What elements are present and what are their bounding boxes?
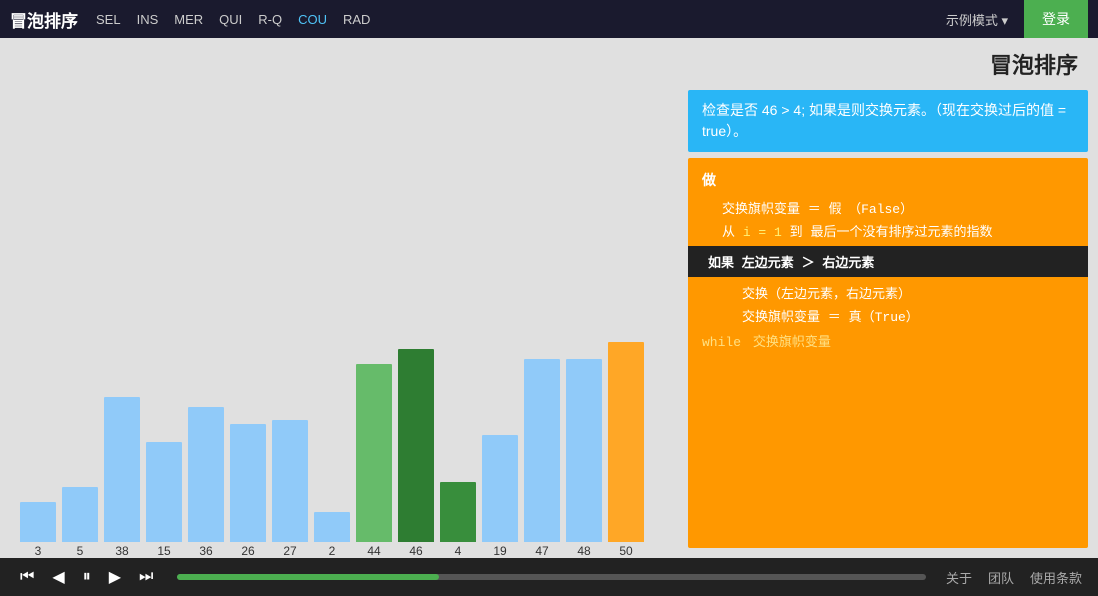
bar [440,482,476,542]
bar-group: 26 [230,424,266,558]
bar-group: 15 [146,442,182,558]
footer-about[interactable]: 关于 [946,568,972,587]
bar-label: 26 [241,544,254,558]
right-panel: 冒泡排序 检查是否 46 > 4; 如果是则交换元素。（现在交换过后的值 = t… [678,38,1098,558]
login-button[interactable]: 登录 [1024,0,1088,38]
nav-rad[interactable]: RAD [343,12,370,27]
bar [62,487,98,542]
main-area: 3 5 38 15 36 26 27 2 44 46 4 19 47 48 50 冒泡排序 检查是否 46 … [0,38,1098,558]
bar-label: 48 [577,544,590,558]
code-line-4: 交换（左边元素，右边元素） [702,281,1074,304]
while-keyword: while [702,335,741,350]
bar-group: 3 [20,502,56,558]
nav-sel[interactable]: SEL [96,12,121,27]
code-box: 做 交换旗帜变量 ＝ 假 （False） 从 i = 1 到 最后一个没有排序过… [688,158,1088,548]
demo-mode-button[interactable]: 示例模式 ▾ [946,10,1008,29]
bars-container: 3 5 38 15 36 26 27 2 44 46 4 19 47 48 50 [20,48,658,558]
nav-qui[interactable]: QUI [219,12,242,27]
bar [20,502,56,542]
bar [524,359,560,542]
footer-links: 关于 团队 使用条款 [946,568,1082,587]
bar-label: 2 [329,544,336,558]
bar-label: 38 [115,544,128,558]
bar [608,342,644,542]
bar [104,397,140,542]
info-box: 检查是否 46 > 4; 如果是则交换元素。（现在交换过后的值 = true）。 [688,90,1088,152]
code-line-1: 交换旗帜变量 ＝ 假 （False） [702,196,1074,219]
line2-highlight: i = 1 [743,225,782,240]
while-text: 交换旗帜变量 [753,335,831,350]
nav-mer[interactable]: MER [174,12,203,27]
bar-group: 50 [608,342,644,558]
code-line-5: 交换旗帜变量 ＝ 真（True） [702,304,1074,327]
bar-group: 36 [188,407,224,558]
bar-group: 27 [272,420,308,558]
bar-label: 19 [493,544,506,558]
while-line: while 交换旗帜变量 [702,331,1074,350]
line2-prefix: 从 [722,225,735,240]
app-title: 冒泡排序 [10,7,78,32]
bar-label: 4 [455,544,462,558]
bar-group: 47 [524,359,560,558]
bar-label: 50 [619,544,632,558]
nav-rq[interactable]: R-Q [258,12,282,27]
bar-label: 44 [367,544,380,558]
header: 冒泡排序 SEL INS MER QUI R-Q COU RAD 示例模式 ▾ … [0,0,1098,38]
bar-label: 36 [199,544,212,558]
bar-label: 46 [409,544,422,558]
info-text: 检查是否 46 > 4; 如果是则交换元素。（现在交换过后的值 = true）。 [702,102,1066,139]
skip-forward-button[interactable]: ⏭ [135,568,157,586]
line2-suffix: 到 最后一个没有排序过元素的指数 [790,225,993,240]
bar-label: 15 [157,544,170,558]
skip-back-button[interactable]: ⏮ [16,568,38,586]
nav-bar: SEL INS MER QUI R-Q COU RAD [96,12,370,27]
bar-group: 38 [104,397,140,558]
progress-bar-fill [177,574,439,580]
bar-group: 4 [440,482,476,558]
chart-title: 冒泡排序 [688,48,1088,84]
do-label: 做 [702,168,1074,192]
footer-terms[interactable]: 使用条款 [1030,568,1082,587]
bar-label: 27 [283,544,296,558]
nav-cou[interactable]: COU [298,12,327,27]
bar-group: 2 [314,512,350,558]
bar-group: 5 [62,487,98,558]
bar-group: 48 [566,359,602,558]
prev-button[interactable]: ◀ [48,567,68,587]
bar [482,435,518,542]
bar [146,442,182,542]
bar-group: 44 [356,364,392,558]
bar [356,364,392,542]
footer-team[interactable]: 团队 [988,568,1014,587]
nav-ins[interactable]: INS [137,12,159,27]
bar-label: 3 [35,544,42,558]
bar-group: 46 [398,349,434,558]
bar [272,420,308,542]
bar [398,349,434,542]
bar [314,512,350,542]
bar [188,407,224,542]
pause-button[interactable]: ⏸ [79,568,95,586]
bar [566,359,602,542]
code-line-3: 如果 左边元素 ＞ 右边元素 [688,246,1088,277]
chart-area: 3 5 38 15 36 26 27 2 44 46 4 19 47 48 50 [0,38,678,558]
bar-label: 47 [535,544,548,558]
progress-bar-container[interactable] [177,574,926,580]
next-button[interactable]: ▶ [105,567,125,587]
bar-label: 5 [77,544,84,558]
bar-group: 19 [482,435,518,558]
bar [230,424,266,542]
footer: ⏮ ◀ ⏸ ▶ ⏭ 关于 团队 使用条款 [0,558,1098,596]
code-line-2: 从 i = 1 到 最后一个没有排序过元素的指数 [702,219,1074,242]
